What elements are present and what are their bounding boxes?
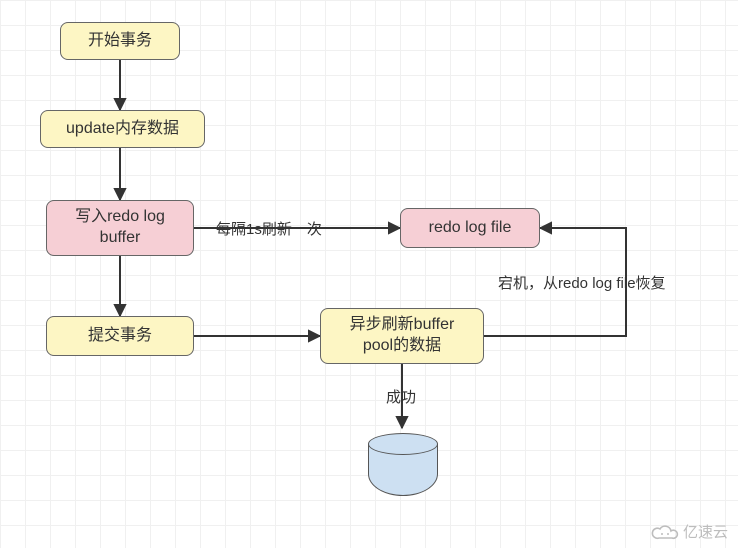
node-write-redo-buffer: 写入redo log buffer <box>46 200 194 256</box>
node-redo-log-file: redo log file <box>400 208 540 248</box>
node-start-transaction: 开始事务 <box>60 22 180 60</box>
edge-label-n3-n4: 每隔1s刷新一次 <box>216 218 322 239</box>
node-label: 写入redo log buffer <box>75 207 165 249</box>
watermark-text: 亿速云 <box>683 521 728 542</box>
node-async-flush-buffer-pool: 异步刷新buffer pool的数据 <box>320 308 484 364</box>
node-label: 提交事务 <box>88 326 152 347</box>
edge-label-n6-n7: 成功 <box>386 386 416 407</box>
cloud-icon <box>651 523 679 541</box>
node-label: update内存数据 <box>66 119 179 140</box>
node-label: 异步刷新buffer pool的数据 <box>350 315 455 357</box>
node-label: 开始事务 <box>88 31 152 52</box>
node-label: redo log file <box>429 218 512 239</box>
edge-label-n6-n4: 宕机，从redo log file恢复 <box>498 272 666 293</box>
node-commit-transaction: 提交事务 <box>46 316 194 356</box>
node-update-memory: update内存数据 <box>40 110 205 148</box>
diagram-stage: 开始事务 update内存数据 写入redo log buffer redo l… <box>0 0 738 548</box>
node-database <box>368 444 438 496</box>
cylinder-top <box>368 433 438 455</box>
watermark: 亿速云 <box>651 521 728 542</box>
